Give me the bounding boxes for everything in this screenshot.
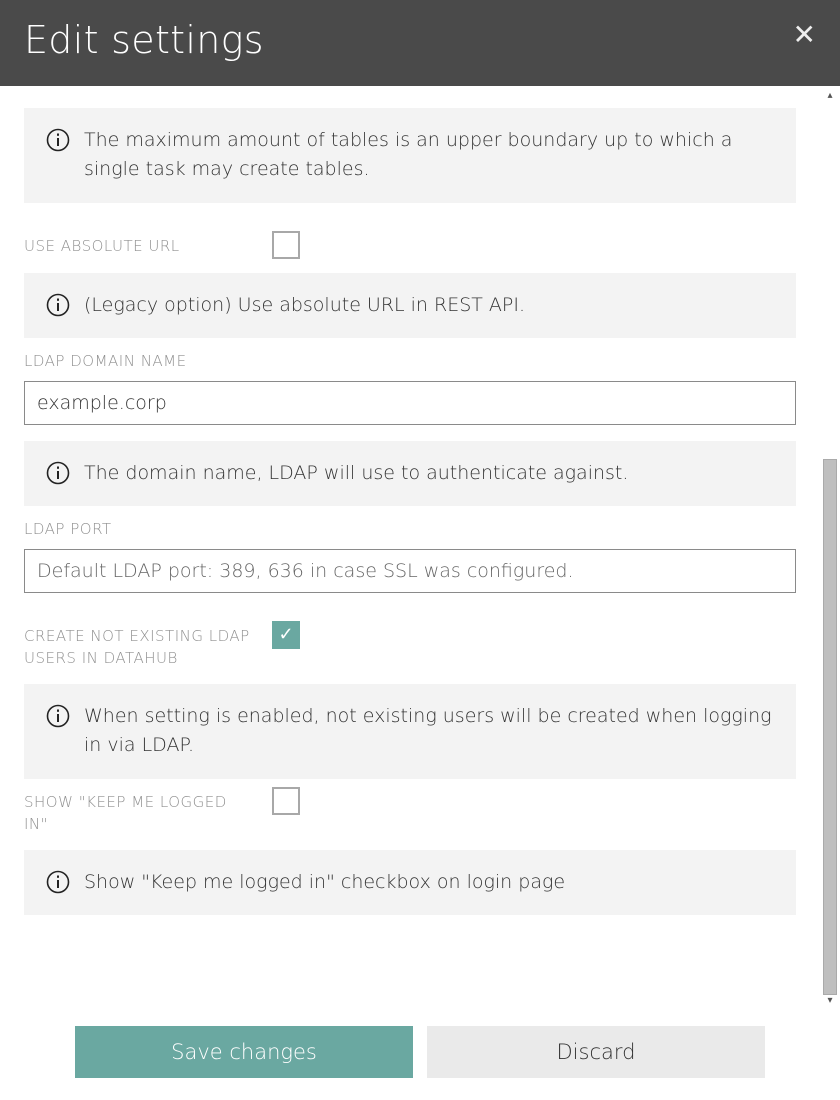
- info-icon: [46, 704, 70, 728]
- max-tables-info-text: The maximum amount of tables is an upper…: [84, 126, 774, 185]
- ldap-port-section: LDAP PORT: [24, 514, 796, 593]
- use-absolute-url-info-text: (Legacy option) Use absolute URL in REST…: [84, 291, 774, 320]
- create-users-checkbox[interactable]: [272, 621, 300, 649]
- header-bar: Edit settings ✕: [0, 0, 840, 86]
- use-absolute-url-info: (Legacy option) Use absolute URL in REST…: [24, 273, 796, 338]
- ldap-domain-info: The domain name, LDAP will use to authen…: [24, 441, 796, 506]
- scrollbar-thumb[interactable]: [823, 459, 837, 995]
- create-users-info-text: When setting is enabled, not existing us…: [84, 702, 774, 761]
- info-icon: [46, 461, 70, 485]
- keep-logged-in-info: Show "Keep me logged in" checkbox on log…: [24, 850, 796, 915]
- create-users-info: When setting is enabled, not existing us…: [24, 684, 796, 779]
- info-icon: [46, 870, 70, 894]
- use-absolute-url-section: USE ABSOLUTE URL (Legacy option) Use abs…: [24, 231, 796, 338]
- settings-scroll: The maximum amount of tables is an upper…: [0, 86, 820, 1010]
- close-icon[interactable]: ✕: [793, 21, 816, 49]
- discard-button[interactable]: Discard: [427, 1026, 765, 1078]
- page-title: Edit settings: [24, 18, 264, 62]
- vertical-scrollbar[interactable]: ▴ ▾: [820, 86, 840, 1010]
- save-button[interactable]: Save changes: [75, 1026, 413, 1078]
- ldap-domain-info-text: The domain name, LDAP will use to authen…: [84, 459, 774, 488]
- create-users-section: CREATE NOT EXISTING LDAP USERS IN DATAHU…: [24, 621, 796, 779]
- edit-settings-window: Edit settings ✕ The maximum amount of ta…: [0, 0, 840, 1100]
- ldap-domain-input[interactable]: [24, 381, 796, 425]
- ldap-port-input[interactable]: [24, 549, 796, 593]
- max-tables-info: The maximum amount of tables is an upper…: [24, 108, 796, 203]
- body-wrap: The maximum amount of tables is an upper…: [0, 86, 840, 1010]
- use-absolute-url-checkbox[interactable]: [272, 231, 300, 259]
- create-users-label: CREATE NOT EXISTING LDAP USERS IN DATAHU…: [24, 621, 254, 670]
- info-icon: [46, 293, 70, 317]
- use-absolute-url-label: USE ABSOLUTE URL: [24, 231, 254, 258]
- ldap-port-label: LDAP PORT: [24, 514, 796, 541]
- info-icon: [46, 128, 70, 152]
- keep-logged-in-checkbox[interactable]: [272, 787, 300, 815]
- keep-logged-in-info-text: Show "Keep me logged in" checkbox on log…: [84, 868, 774, 897]
- footer-actions: Save changes Discard: [0, 1010, 840, 1100]
- scroll-up-icon[interactable]: ▴: [827, 90, 832, 101]
- keep-logged-in-label: SHOW "KEEP ME LOGGED IN": [24, 787, 254, 836]
- scroll-down-icon[interactable]: ▾: [827, 995, 832, 1006]
- ldap-domain-label: LDAP DOMAIN NAME: [24, 346, 796, 373]
- ldap-domain-section: LDAP DOMAIN NAME The domain name, LDAP w…: [24, 346, 796, 506]
- scrollbar-track[interactable]: [823, 101, 837, 995]
- keep-logged-in-section: SHOW "KEEP ME LOGGED IN" Show "Keep me l…: [24, 787, 796, 915]
